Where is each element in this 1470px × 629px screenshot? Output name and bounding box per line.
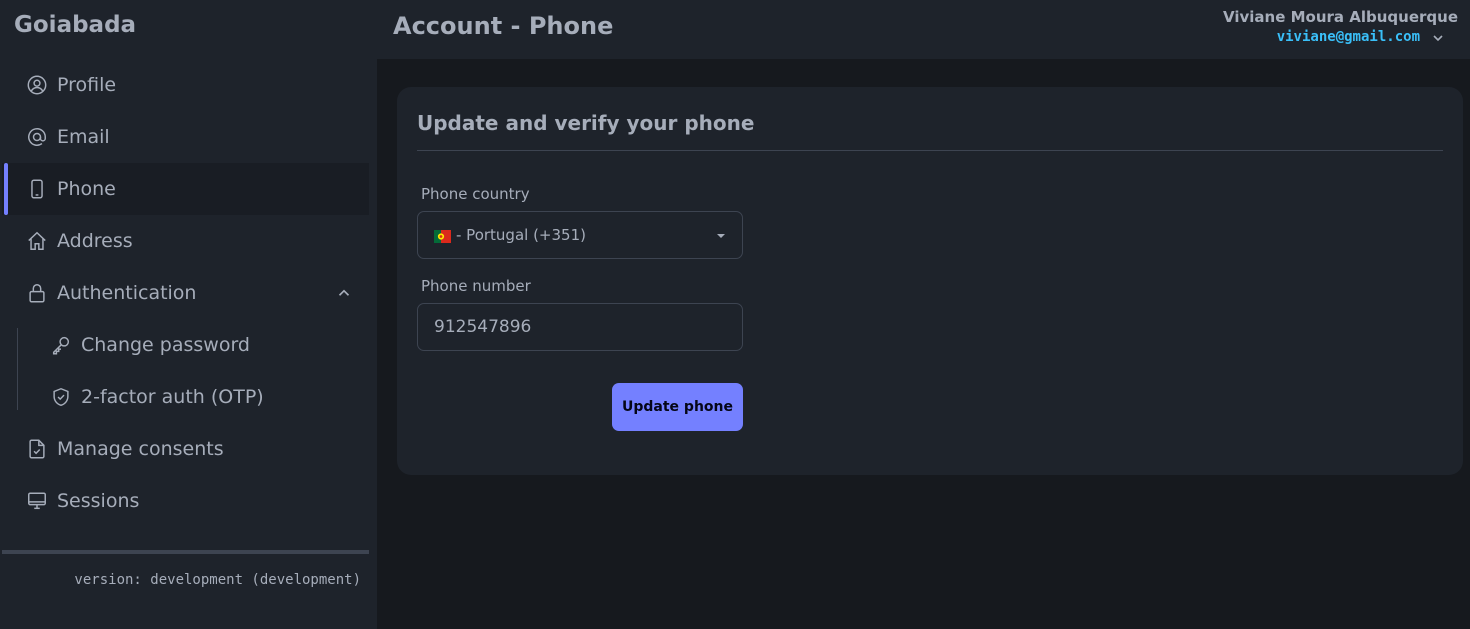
phone-form-card: Update and verify your phone Phone count… <box>397 87 1463 475</box>
submenu-line <box>17 328 18 410</box>
sidebar-item-email[interactable]: Email <box>2 111 369 163</box>
sidebar-item-2fa[interactable]: 2-factor auth (OTP) <box>26 371 369 423</box>
sidebar-item-label: Change password <box>81 334 250 356</box>
chevron-down-icon[interactable] <box>1430 30 1446 46</box>
sidebar-item-label: Sessions <box>57 490 140 512</box>
chevron-up-icon[interactable] <box>335 284 353 302</box>
sidebar-item-label: Manage consents <box>57 438 224 460</box>
phone-number-input[interactable] <box>417 303 743 351</box>
sidebar-item-label: Authentication <box>57 282 197 304</box>
top-header: Account - Phone Viviane Moura Albuquerqu… <box>377 0 1470 59</box>
at-sign-icon <box>26 126 48 148</box>
brand-logo: Goiabada <box>14 12 137 38</box>
sidebar-item-profile[interactable]: Profile <box>2 59 369 111</box>
sidebar-item-manage-consents[interactable]: Manage consents <box>2 423 369 475</box>
user-circle-icon <box>26 74 48 96</box>
key-icon <box>50 334 72 356</box>
sidebar-item-label: Email <box>57 126 110 148</box>
sidebar-item-address[interactable]: Address <box>2 215 369 267</box>
sidebar-item-authentication[interactable]: Authentication <box>2 267 369 319</box>
update-phone-button[interactable]: Update phone <box>612 383 743 431</box>
sidebar-item-label: Profile <box>57 74 117 96</box>
user-email[interactable]: viviane@gmail.com <box>1277 29 1420 45</box>
caret-down-icon <box>717 234 725 238</box>
shield-check-icon <box>50 386 72 408</box>
sidebar-divider <box>2 550 369 554</box>
user-name[interactable]: Viviane Moura Albuquerque <box>1223 8 1458 26</box>
lock-icon <box>26 282 48 304</box>
sidebar-item-sessions[interactable]: Sessions <box>2 475 369 527</box>
version-text: version: development (development) <box>74 572 361 588</box>
document-check-icon <box>26 438 48 460</box>
card-divider <box>417 150 1443 151</box>
phone-country-label: Phone country <box>421 185 530 203</box>
sidebar-item-label: 2-factor auth (OTP) <box>81 386 264 408</box>
sidebar: Goiabada Profile Email Phone Address Aut… <box>0 0 377 629</box>
sidebar-item-label: Phone <box>57 178 116 200</box>
monitor-icon <box>26 490 48 512</box>
sidebar-item-phone[interactable]: Phone <box>2 163 369 215</box>
card-title: Update and verify your phone <box>417 111 755 135</box>
page-title: Account - Phone <box>393 12 614 40</box>
phone-icon <box>26 178 48 200</box>
home-icon <box>26 230 48 252</box>
portugal-flag-icon <box>434 229 451 243</box>
phone-country-select[interactable]: - Portugal (+351) <box>417 211 743 259</box>
sidebar-item-label: Address <box>57 230 133 252</box>
phone-country-value: - Portugal (+351) <box>456 226 586 244</box>
sidebar-item-change-password[interactable]: Change password <box>26 319 369 371</box>
phone-number-label: Phone number <box>421 277 531 295</box>
